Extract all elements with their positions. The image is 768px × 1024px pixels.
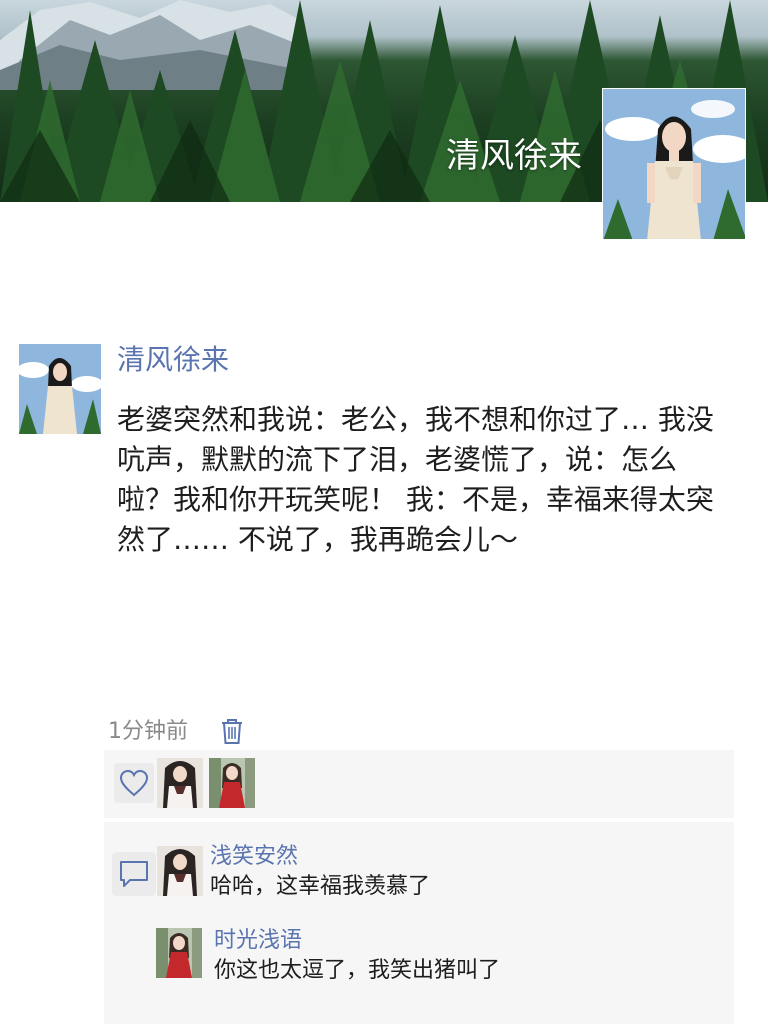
comments-panel: 浅笑安然 哈哈，这幸福我羡慕了 时光浅语 你这也太逗了，我笑出猪叫了 bbox=[104, 822, 734, 1024]
post-timestamp: 1分钟前 bbox=[108, 719, 188, 744]
post-author-name[interactable]: 清风徐来 bbox=[117, 340, 229, 380]
woman-portrait-icon bbox=[19, 344, 101, 434]
commenter-avatar-1[interactable] bbox=[157, 846, 203, 896]
comment-icon[interactable] bbox=[112, 852, 156, 896]
profile-avatar[interactable] bbox=[602, 88, 746, 240]
commenter-avatar-2[interactable] bbox=[156, 928, 202, 978]
liker-avatar-2[interactable] bbox=[209, 758, 255, 808]
cover-username: 清风徐来 bbox=[446, 136, 582, 176]
comment-author[interactable]: 浅笑安然 bbox=[210, 842, 298, 872]
post-author-avatar[interactable] bbox=[19, 344, 101, 434]
woman-portrait-icon bbox=[603, 89, 745, 239]
liker-avatar-1[interactable] bbox=[157, 758, 203, 808]
likes-panel bbox=[104, 750, 734, 818]
heart-icon[interactable] bbox=[114, 763, 154, 803]
trash-icon[interactable] bbox=[219, 717, 245, 745]
post-text: 老婆突然和我说：老公，我不想和你过了… 我没吭声，默默的流下了泪，老婆慌了，说：… bbox=[117, 403, 714, 556]
comment-text: 你这也太逗了，我笑出猪叫了 bbox=[214, 958, 501, 983]
comment-author[interactable]: 时光浅语 bbox=[214, 926, 302, 956]
comment-text: 哈哈，这幸福我羡慕了 bbox=[210, 874, 431, 899]
